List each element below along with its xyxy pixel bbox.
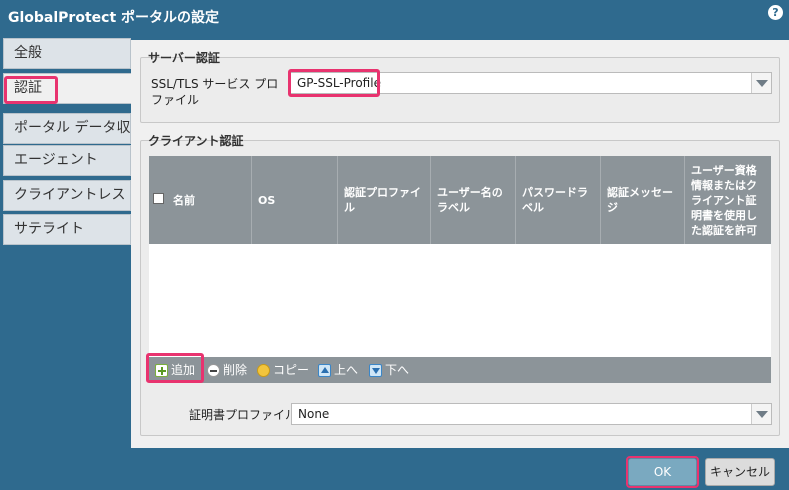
client-auth-legend: クライアント認証	[148, 134, 244, 148]
cancel-button[interactable]: キャンセル	[705, 458, 775, 486]
client-auth-table-body	[149, 244, 771, 357]
copy-label: コピー	[273, 363, 310, 377]
col-auth-message[interactable]: 認証メッセージ	[601, 156, 685, 244]
copy-button[interactable]: コピー	[257, 362, 309, 378]
sidebar-item-highlight	[4, 76, 58, 104]
add-button-highlight	[146, 353, 204, 383]
up-label: 上へ	[334, 363, 359, 377]
help-icon[interactable]: ?	[768, 5, 783, 20]
sidebar-item-satellite[interactable]: サテライト	[3, 214, 131, 245]
sidebar-item-portal-data-collection[interactable]: ポータル データ収集	[3, 113, 131, 144]
down-label: 下へ	[385, 363, 410, 377]
sidebar-item-clientless-vpn[interactable]: クライアントレス VPN	[3, 180, 131, 211]
delete-label: 削除	[223, 363, 248, 377]
chevron-down-icon[interactable]	[751, 404, 771, 424]
ok-button[interactable]: OK	[626, 456, 699, 488]
cert-profile-select[interactable]: None	[291, 403, 772, 425]
ssl-profile-highlight	[288, 69, 380, 97]
server-auth-legend: サーバー認証	[148, 51, 220, 65]
move-up-button[interactable]: 上へ	[318, 362, 358, 378]
select-all-checkbox[interactable]	[153, 193, 164, 204]
window-title: GlobalProtect ポータルの設定	[8, 10, 220, 26]
delete-button[interactable]: 削除	[207, 362, 247, 378]
arrow-down-icon	[369, 363, 382, 377]
copy-icon	[257, 363, 270, 377]
client-auth-table-header: 名前 OS 認証プロファイル ユーザー名の ラベル パスワードラベル 認証メッセ…	[149, 156, 771, 244]
minus-icon	[207, 363, 220, 377]
col-auth-profile[interactable]: 認証プロファイル	[338, 156, 431, 244]
chevron-down-icon[interactable]	[751, 73, 771, 93]
client-auth-toolbar: 追加 削除 コピー 上へ 下へ	[149, 357, 771, 383]
cert-profile-label: 証明書プロファイル	[189, 408, 298, 422]
move-down-button[interactable]: 下へ	[369, 362, 409, 378]
sidebar-item-agent[interactable]: エージェント	[3, 145, 131, 176]
arrow-up-icon	[318, 363, 331, 377]
sidebar-item-general[interactable]: 全般	[3, 38, 131, 69]
cert-profile-value: None	[298, 407, 330, 421]
col-allow-credentials[interactable]: ユーザー資格情報またはクライアント証明書を使用した認証を許可	[685, 156, 771, 244]
col-username-label[interactable]: ユーザー名の ラベル	[431, 156, 516, 244]
col-os[interactable]: OS	[252, 156, 338, 244]
col-name[interactable]: 名前	[167, 156, 252, 244]
window-titlebar: GlobalProtect ポータルの設定 ?	[0, 0, 789, 32]
ssl-profile-label: SSL/TLS サービス プロファイル	[151, 77, 279, 107]
col-password-label[interactable]: パスワードラベル	[516, 156, 601, 244]
